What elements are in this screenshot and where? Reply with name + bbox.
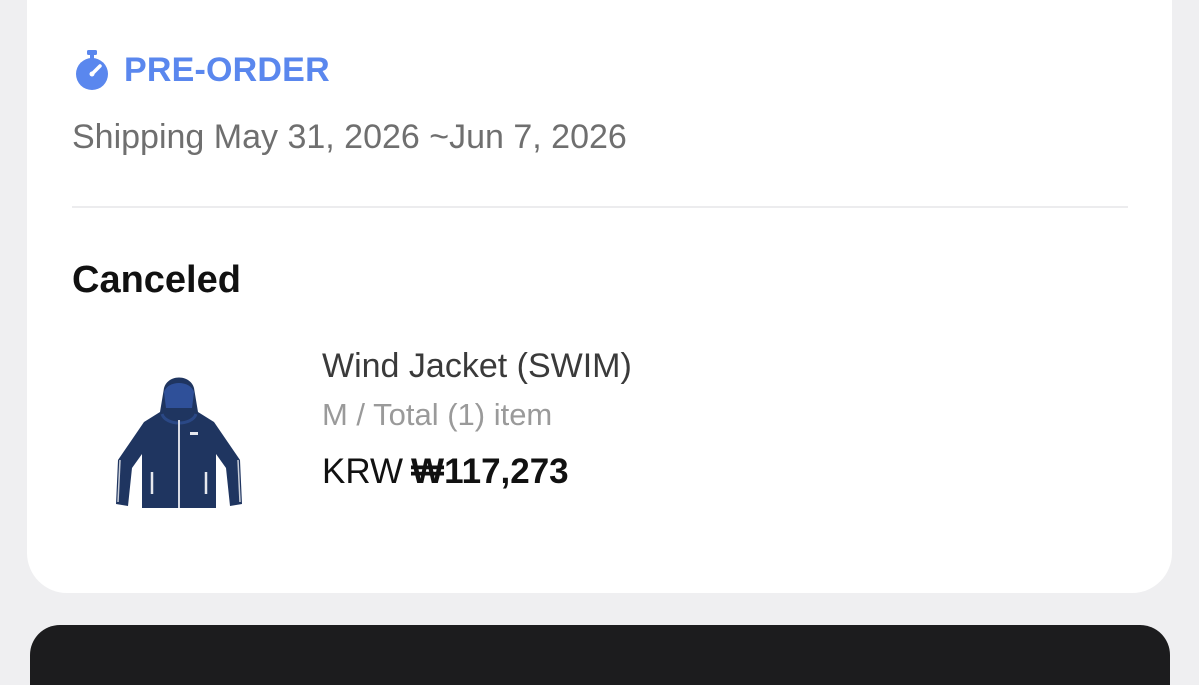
- preorder-label: PRE-ORDER: [124, 50, 330, 89]
- preorder-badge: PRE-ORDER: [72, 46, 330, 94]
- product-meta: M / Total (1) item: [322, 397, 553, 432]
- order-status: Canceled: [72, 259, 241, 301]
- price-currency: KRW: [322, 452, 404, 491]
- shipping-date-range: Shipping May 31, 2026 ~Jun 7, 2026: [72, 118, 627, 156]
- product-name[interactable]: Wind Jacket (SWIM): [322, 347, 632, 386]
- price-amount: ₩117,273: [411, 452, 569, 491]
- stopwatch-icon: [72, 48, 112, 92]
- bottom-action-bar[interactable]: [30, 625, 1170, 685]
- product-image[interactable]: [106, 368, 252, 514]
- divider: [72, 206, 1128, 208]
- product-price: KRW ₩117,273: [322, 452, 569, 492]
